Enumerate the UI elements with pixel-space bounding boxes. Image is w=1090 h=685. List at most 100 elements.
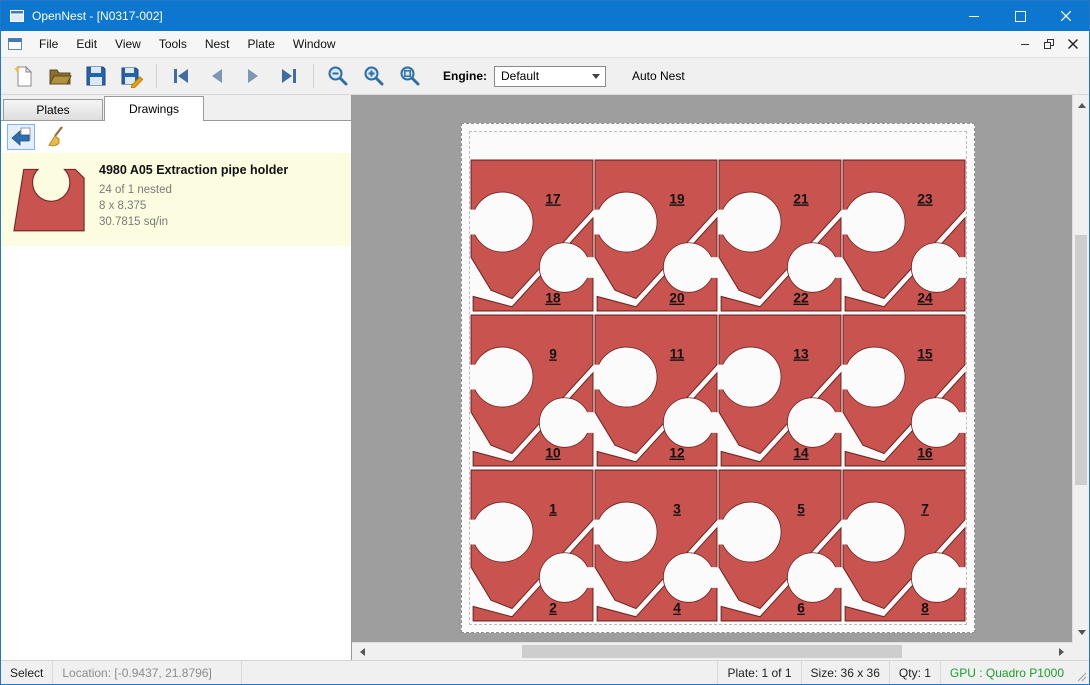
engine-label: Engine: [443, 69, 487, 83]
open-button[interactable] [45, 62, 75, 90]
chevron-down-icon [592, 74, 600, 83]
nest-canvas[interactable]: 1718 1920 2122 2324 910 1112 1314 1516 1… [352, 95, 1089, 660]
maximize-icon [1015, 11, 1026, 22]
zoom-in-icon [362, 64, 386, 88]
drawings-panel: 4980 A05 Extraction pipe holder 24 of 1 … [1, 120, 351, 660]
menu-file[interactable]: File [30, 32, 67, 56]
drawing-nested-count: 24 of 1 nested [99, 182, 288, 198]
nested-part-pair[interactable]: 2324 [842, 158, 966, 313]
nested-part-pair[interactable]: 13 14 [718, 313, 842, 468]
mdi-minimize-button[interactable] [1013, 34, 1037, 54]
vertical-scroll-thumb[interactable] [1075, 235, 1087, 485]
nested-part-pair[interactable]: 78 [842, 468, 966, 623]
nested-part-pair[interactable]: 1718 [470, 158, 594, 313]
menu-plate[interactable]: Plate [239, 32, 284, 56]
nested-part-pair[interactable]: 56 [718, 468, 842, 623]
part-number: 14 [793, 446, 809, 461]
part-number: 2 [549, 601, 557, 616]
nested-part-pair[interactable]: 1112 [594, 313, 718, 468]
resize-grip[interactable] [1073, 661, 1089, 684]
go-previous-button[interactable] [202, 62, 232, 90]
part-thumbnail [9, 165, 89, 238]
menu-view[interactable]: View [106, 32, 150, 56]
go-last-icon [277, 64, 301, 88]
menu-edit[interactable]: Edit [67, 32, 106, 56]
drawing-title: 4980 A05 Extraction pipe holder [99, 163, 288, 177]
scroll-right-button[interactable] [1055, 643, 1072, 660]
part-number: 8 [921, 601, 929, 616]
horizontal-scrollbar[interactable] [352, 642, 1072, 660]
zoom-fit-button[interactable] [395, 62, 425, 90]
nested-part-pair[interactable]: 910 [470, 313, 594, 468]
save-as-button[interactable] [117, 62, 147, 90]
engine-select[interactable]: Default [494, 66, 606, 87]
drawing-list-item[interactable]: 4980 A05 Extraction pipe holder 24 of 1 … [1, 153, 351, 246]
close-button[interactable] [1043, 1, 1089, 31]
tab-plates[interactable]: Plates [3, 99, 103, 120]
go-previous-icon [205, 64, 229, 88]
horizontal-scroll-thumb[interactable] [522, 645, 902, 658]
mdi-minimize-icon [1021, 44, 1029, 45]
minimize-icon [969, 16, 979, 17]
main-toolbar: Engine: Default Auto Nest [1, 58, 1089, 95]
window-title: OpenNest - [N0317-002] [32, 9, 163, 23]
go-next-icon [241, 64, 265, 88]
plate[interactable]: 1718 1920 2122 2324 910 1112 1314 1516 1… [461, 123, 975, 633]
part-number: 3 [673, 502, 681, 517]
part-number: 21 [793, 192, 809, 207]
drawing-area: 30.7815 sq/in [99, 214, 288, 230]
zoom-out-button[interactable] [323, 62, 353, 90]
open-folder-icon [48, 64, 72, 88]
part-number: 6 [797, 601, 805, 616]
scroll-down-button[interactable] [1073, 626, 1089, 643]
new-file-icon [12, 64, 36, 88]
scrollbar-corner [1072, 643, 1089, 660]
nested-part-pair[interactable]: 12 [470, 468, 594, 623]
mdi-close-icon [1068, 39, 1078, 49]
menu-tools[interactable]: Tools [150, 32, 196, 56]
part-number: 13 [793, 347, 809, 362]
status-location: Location: [-0.9437, 21.8796] [53, 661, 242, 684]
app-window: OpenNest - [N0317-002] File Edit View To… [0, 0, 1090, 685]
go-first-button[interactable] [166, 62, 196, 90]
status-bar: Select Location: [-0.9437, 21.8796] Plat… [1, 660, 1089, 684]
vertical-scrollbar[interactable] [1072, 95, 1089, 643]
menu-window[interactable]: Window [284, 32, 345, 56]
zoom-in-button[interactable] [359, 62, 389, 90]
menu-nest[interactable]: Nest [196, 32, 239, 56]
nested-part-pair[interactable]: 1920 [594, 158, 718, 313]
scroll-left-button[interactable] [352, 643, 369, 660]
side-panel: Plates Drawings 4980 A0 [1, 95, 352, 660]
save-edit-icon [120, 64, 144, 88]
part-number: 5 [797, 502, 805, 517]
status-size: Size: 36 x 36 [801, 661, 889, 684]
tab-plates-label: Plates [36, 103, 69, 117]
mdi-close-button[interactable] [1061, 34, 1085, 54]
go-last-button[interactable] [274, 62, 304, 90]
part-number: 20 [669, 291, 684, 306]
toolbar-separator [156, 64, 157, 88]
scroll-up-button[interactable] [1073, 95, 1089, 112]
clear-button[interactable] [43, 124, 71, 150]
maximize-button[interactable] [997, 1, 1043, 31]
part-number: 12 [669, 446, 684, 461]
mdi-restore-button[interactable] [1037, 34, 1061, 54]
auto-nest-button[interactable]: Auto Nest [626, 65, 691, 87]
go-next-button[interactable] [238, 62, 268, 90]
new-button[interactable] [9, 62, 39, 90]
nested-part-pair[interactable]: 34 [594, 468, 718, 623]
part-number: 9 [549, 347, 557, 362]
drawings-toolbar [1, 121, 351, 153]
nested-part-pair[interactable]: 21 22 [718, 158, 842, 313]
broom-icon [45, 125, 69, 149]
go-first-icon [169, 64, 193, 88]
send-to-plate-button[interactable] [7, 124, 35, 150]
part-number: 24 [917, 291, 933, 306]
tab-drawings[interactable]: Drawings [104, 96, 204, 121]
minimize-button[interactable] [951, 1, 997, 31]
part-number: 22 [793, 291, 808, 306]
save-button[interactable] [81, 62, 111, 90]
zoom-out-icon [326, 64, 350, 88]
part-number: 17 [545, 192, 560, 207]
nested-part-pair[interactable]: 1516 [842, 313, 966, 468]
